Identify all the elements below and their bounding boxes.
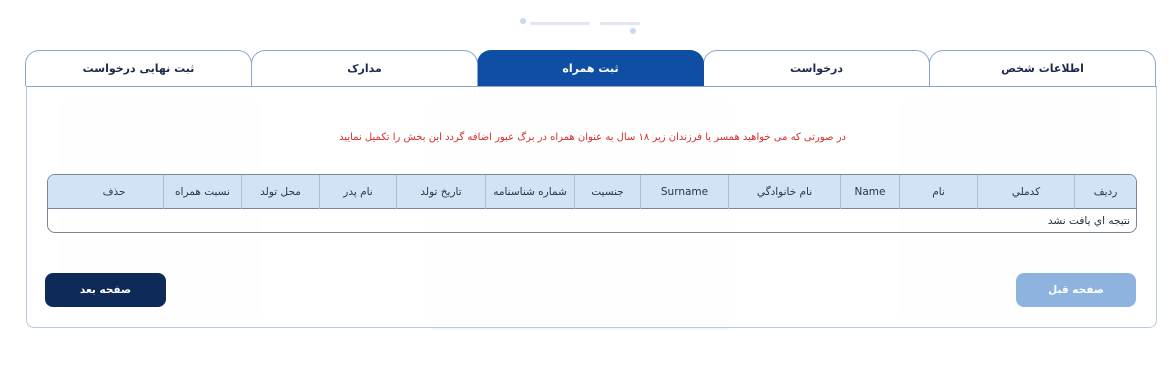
- col-delete: حذف: [102, 186, 126, 198]
- col-father-name: نام پدر: [319, 175, 396, 209]
- next-page-button[interactable]: صفحه بعد: [45, 273, 166, 307]
- col-last-name: نام خانوادگي: [728, 175, 840, 209]
- header-logo-hint: [380, 14, 760, 38]
- step-tabs: اطلاعات شخص درخواست ثبت همراه مدارک ثبت …: [25, 50, 1156, 86]
- col-relation: نسبت همراه: [163, 175, 241, 209]
- tab-request[interactable]: درخواست: [703, 50, 930, 86]
- col-name-en: Name: [840, 175, 899, 209]
- tab-documents[interactable]: مدارک: [251, 50, 478, 86]
- col-birth-cert-no: شماره شناسنامه: [485, 175, 574, 209]
- companions-table: ردیف کدملي نام Name نام خانوادگي Surname…: [47, 174, 1137, 233]
- empty-message: نتيجه اي يافت نشد: [1047, 214, 1130, 227]
- col-surname-en: Surname: [640, 175, 728, 209]
- col-row: ردیف: [1074, 175, 1136, 209]
- prev-page-button[interactable]: صفحه قبل: [1016, 273, 1136, 307]
- col-first-name: نام: [899, 175, 977, 209]
- col-birth-place: محل تولد: [241, 175, 319, 209]
- col-gender: جنسيت: [574, 175, 640, 209]
- companion-notice: در صورتی که می خواهید همسر یا فرزندان زی…: [339, 132, 846, 143]
- col-birth-date: تاريخ تولد: [396, 175, 485, 209]
- tab-final-submit[interactable]: ثبت نهایی درخواست: [25, 50, 252, 86]
- table-empty-row: نتيجه اي يافت نشد: [48, 209, 1136, 232]
- col-national-id: کدملي: [977, 175, 1074, 209]
- table-header: ردیف کدملي نام Name نام خانوادگي Surname…: [48, 175, 1136, 209]
- tab-companion[interactable]: ثبت همراه: [477, 50, 704, 86]
- tab-personal-info[interactable]: اطلاعات شخص: [929, 50, 1156, 86]
